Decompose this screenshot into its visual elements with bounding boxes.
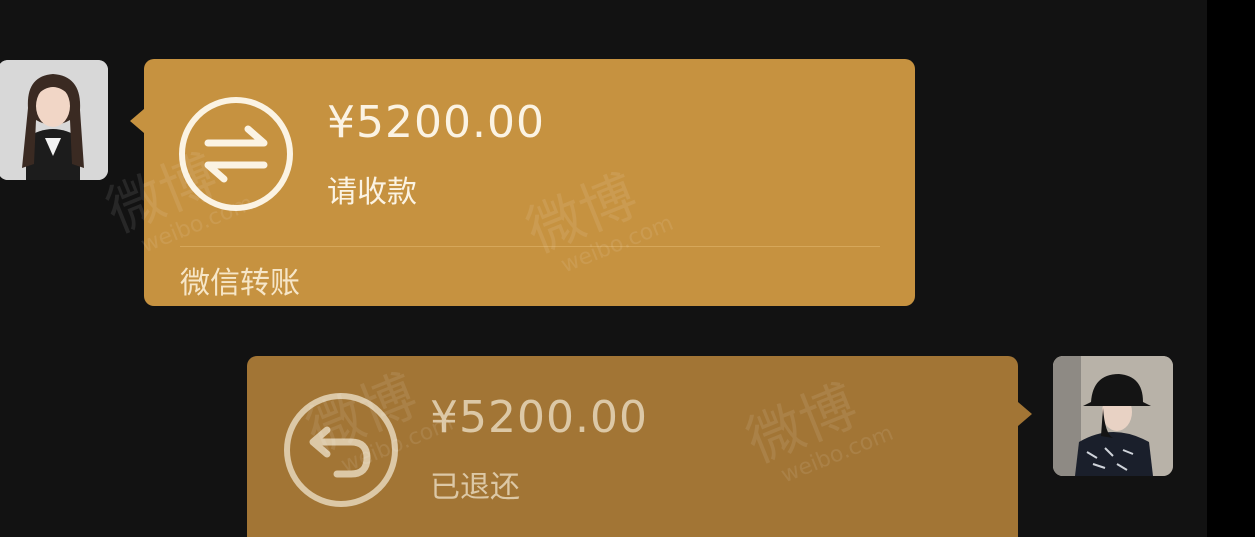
own-avatar[interactable]: [1053, 356, 1173, 476]
person-portrait-icon: [0, 60, 108, 180]
chat-window: ¥5200.00 请收款 微信转账 ¥5200.00 已退还 微博 weibo.…: [0, 0, 1255, 537]
incoming-transfer-bubble[interactable]: ¥5200.00 请收款 微信转账: [130, 59, 915, 306]
return-arrow-icon: [284, 393, 398, 507]
returned-transfer-bubble[interactable]: ¥5200.00 已退还: [247, 356, 1032, 537]
transfer-status: 请收款: [327, 175, 417, 210]
transfer-arrows-icon: [179, 97, 293, 211]
bubble-divider: [180, 246, 880, 247]
sender-avatar[interactable]: [0, 60, 108, 180]
transfer-type-label: 微信转账: [180, 266, 300, 301]
screen-edge: [1207, 0, 1255, 537]
transfer-status: 已退还: [430, 470, 520, 505]
person-portrait-icon: [1053, 356, 1173, 476]
transfer-amount: ¥5200.00: [327, 97, 545, 148]
transfer-amount: ¥5200.00: [430, 392, 648, 443]
